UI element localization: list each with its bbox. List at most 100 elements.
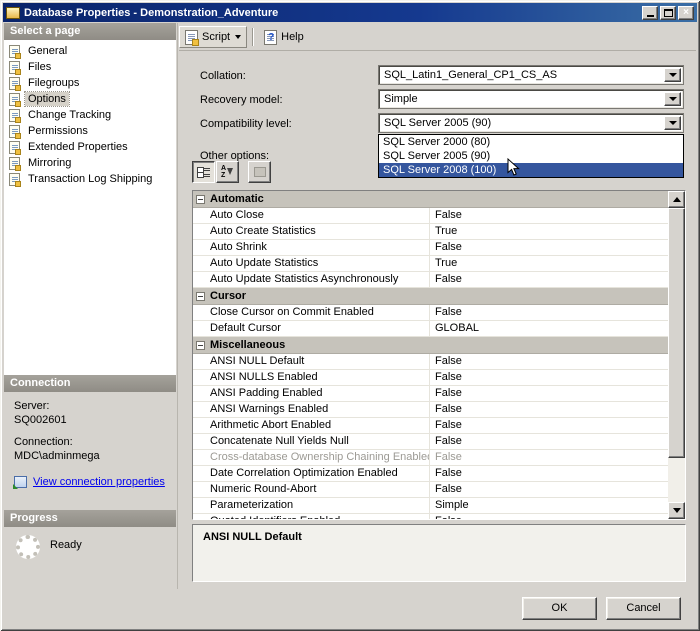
grid-row-concatenate-null-yields-null[interactable]: Concatenate Null Yields Null False [193,434,668,450]
property-value[interactable]: False [430,370,668,385]
sidebar-item-label: Extended Properties [28,141,128,153]
collapse-icon[interactable] [196,194,205,204]
connection-label: Connection: [14,436,73,448]
help-button[interactable]: ? Help [259,26,309,48]
compatibility-dropdown-button[interactable] [664,116,681,130]
sidebar-item-transaction-log-shipping[interactable]: Transaction Log Shipping [4,171,176,187]
property-name: Numeric Round-Abort [193,482,430,497]
property-value[interactable]: False [430,402,668,417]
property-name: Auto Update Statistics Asynchronously [193,272,430,287]
sidebar-item-extended-properties[interactable]: Extended Properties [4,139,176,155]
sidebar-item-label: Change Tracking [28,109,112,121]
property-value[interactable]: False [430,208,668,223]
minimize-button[interactable] [642,5,658,20]
grid-category-miscellaneous[interactable]: Miscellaneous [193,337,668,354]
connection-panel: Server: SQ002601 Connection: MDC\adminme… [4,392,176,510]
progress-status: Ready [50,539,82,551]
property-name: ANSI Padding Enabled [193,386,430,401]
property-pages-icon [253,167,266,177]
categorized-sort-button[interactable] [192,161,215,183]
sidebar-item-options[interactable]: Options [4,91,176,107]
sidebar-item-label: Transaction Log Shipping [28,173,153,185]
grid-row-ansi-nulls-enabled[interactable]: ANSI NULLS Enabled False [193,370,668,386]
property-name: Default Cursor [193,321,430,336]
window-icon [6,6,20,19]
sidebar-item-permissions[interactable]: Permissions [4,123,176,139]
sidebar-item-label: Files [28,61,52,73]
scroll-down-button[interactable] [668,502,685,519]
grid-row-cross-database-ownership-chaining-enabled[interactable]: Cross-database Ownership Chaining Enable… [193,450,668,466]
recovery-dropdown-button[interactable] [664,92,681,106]
progress-panel: Ready [4,527,176,587]
connection-value: MDC\adminmega [14,450,100,462]
mouse-cursor [507,158,520,176]
property-value[interactable]: Simple [430,498,668,513]
connection-header: Connection [4,375,176,392]
sidebar-item-files[interactable]: Files [4,59,176,75]
grid-row-auto-shrink[interactable]: Auto Shrink False [193,240,668,256]
grid-row-close-cursor-on-commit-enabled[interactable]: Close Cursor on Commit Enabled False [193,305,668,321]
property-name: Quoted Identifiers Enabled [193,514,430,519]
sidebar-item-label: Mirroring [28,157,72,169]
grid-row-auto-create-statistics[interactable]: Auto Create Statistics True [193,224,668,240]
grid-row-auto-update-statistics[interactable]: Auto Update Statistics True [193,256,668,272]
vertical-scrollbar[interactable] [668,191,685,519]
grid-row-auto-update-statistics-asynchronously[interactable]: Auto Update Statistics Asynchronously Fal… [193,272,668,288]
alphabetical-sort-button[interactable]: AZ [216,161,239,183]
ok-button[interactable]: OK [522,597,597,620]
property-value[interactable]: False [430,418,668,433]
grid-row-ansi-null-default[interactable]: ANSI NULL Default False [193,354,668,370]
grid-row-parameterization[interactable]: Parameterization Simple [193,498,668,514]
titlebar[interactable]: Database Properties - Demonstration_Adve… [3,3,697,22]
sidebar-item-change-tracking[interactable]: Change Tracking [4,107,176,123]
property-value[interactable]: False [430,482,668,497]
property-value[interactable]: True [430,224,668,239]
grid-row-ansi-padding-enabled[interactable]: ANSI Padding Enabled False [193,386,668,402]
grid-row-auto-close[interactable]: Auto Close False [193,208,668,224]
sidebar-item-label: Permissions [28,125,88,137]
scroll-up-button[interactable] [668,191,685,208]
grid-row-arithmetic-abort-enabled[interactable]: Arithmetic Abort Enabled False [193,418,668,434]
recovery-model-combobox[interactable]: Simple [378,89,684,109]
property-value[interactable]: False [430,272,668,287]
property-value[interactable]: False [430,386,668,401]
compatibility-level-combobox[interactable]: SQL Server 2005 (90) [378,113,684,133]
property-value[interactable]: False [430,240,668,255]
maximize-button[interactable] [660,5,676,20]
grid-category-automatic[interactable]: Automatic [193,191,668,208]
view-connection-properties-link[interactable]: View connection properties [33,476,165,488]
property-value[interactable]: False [430,354,668,369]
collation-dropdown-button[interactable] [664,68,681,82]
scrollbar-thumb[interactable] [668,208,685,458]
sidebar-item-label: Options [24,91,70,107]
grid-row-ansi-warnings-enabled[interactable]: ANSI Warnings Enabled False [193,402,668,418]
property-grid: Automatic Auto Close False Auto Create Stat… [192,190,686,520]
sidebar-item-filegroups[interactable]: Filegroups [4,75,176,91]
sidebar-item-general[interactable]: General [4,43,176,59]
grid-category-cursor[interactable]: Cursor [193,288,668,305]
property-value[interactable]: False [430,450,668,465]
close-button[interactable]: × [678,5,694,20]
collation-combobox[interactable]: SQL_Latin1_General_CP1_CS_AS [378,65,684,85]
property-value[interactable]: False [430,434,668,449]
dropdown-option-sql-server-2008-100[interactable]: SQL Server 2008 (100) [379,163,683,177]
property-value[interactable]: True [430,256,668,271]
page-icon [9,124,21,139]
grid-row-date-correlation-optimization-enabled[interactable]: Date Correlation Optimization Enabled Fal… [193,466,668,482]
property-value[interactable]: False [430,305,668,320]
dropdown-option-sql-server-2005-90[interactable]: SQL Server 2005 (90) [379,149,683,163]
property-value[interactable]: GLOBAL [430,321,668,336]
grid-row-numeric-round-abort[interactable]: Numeric Round-Abort False [193,482,668,498]
collapse-icon[interactable] [196,291,205,301]
script-button[interactable]: Script [179,26,248,48]
property-value[interactable]: False [430,514,668,519]
cancel-button[interactable]: Cancel [606,597,681,620]
grid-row-quoted-identifiers-enabled[interactable]: Quoted Identifiers EnabledFalse [193,514,668,519]
dropdown-option-sql-server-2000-80[interactable]: SQL Server 2000 (80) [379,135,683,149]
select-a-page-header: Select a page [4,23,176,40]
sidebar-item-mirroring[interactable]: Mirroring [4,155,176,171]
minimize-icon [646,15,654,17]
property-value[interactable]: False [430,466,668,481]
grid-row-default-cursor[interactable]: Default Cursor GLOBAL [193,321,668,337]
collapse-icon[interactable] [196,340,205,350]
